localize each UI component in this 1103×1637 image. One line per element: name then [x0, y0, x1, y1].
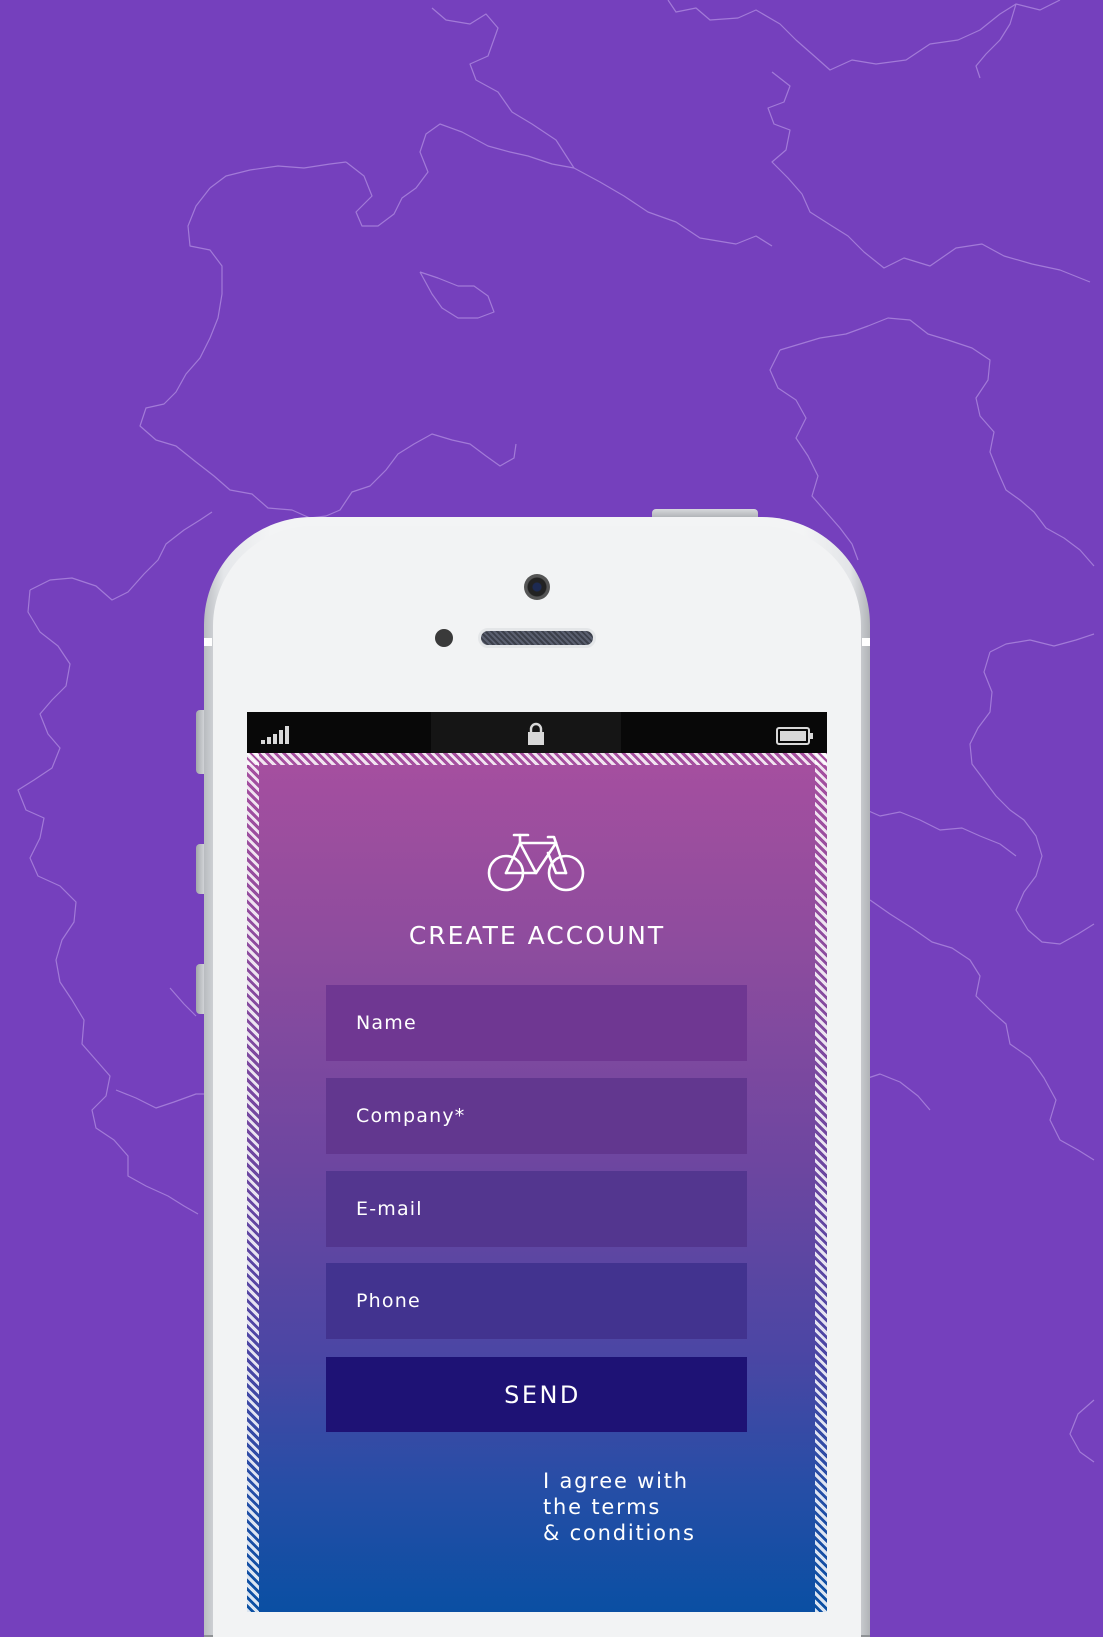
front-camera: [524, 574, 550, 600]
phone-field[interactable]: [326, 1263, 747, 1339]
hatched-border-top: [247, 753, 827, 765]
email-field[interactable]: [326, 1171, 747, 1247]
earpiece-speaker: [478, 628, 596, 648]
create-account-screen: CREATE ACCOUNT SEND I agree with the ter…: [247, 753, 827, 1612]
hatched-border-left: [247, 753, 259, 1612]
send-button[interactable]: SEND: [326, 1357, 747, 1432]
bicycle-icon: [487, 833, 585, 892]
antenna-band-left: [204, 638, 212, 646]
name-field[interactable]: [326, 985, 747, 1061]
phone-screen: CREATE ACCOUNT SEND I agree with the ter…: [247, 712, 827, 1612]
battery-icon: [776, 727, 813, 745]
antenna-band-right: [862, 638, 870, 646]
company-field[interactable]: [326, 1078, 747, 1154]
lock-icon: [528, 722, 544, 745]
terms-link[interactable]: I agree with the terms & conditions: [543, 1468, 773, 1546]
page-title: CREATE ACCOUNT: [408, 921, 666, 950]
status-bar: [247, 712, 827, 753]
hatched-border-right: [815, 753, 827, 1612]
proximity-sensor: [435, 629, 453, 647]
signal-bars-icon: [261, 726, 289, 744]
